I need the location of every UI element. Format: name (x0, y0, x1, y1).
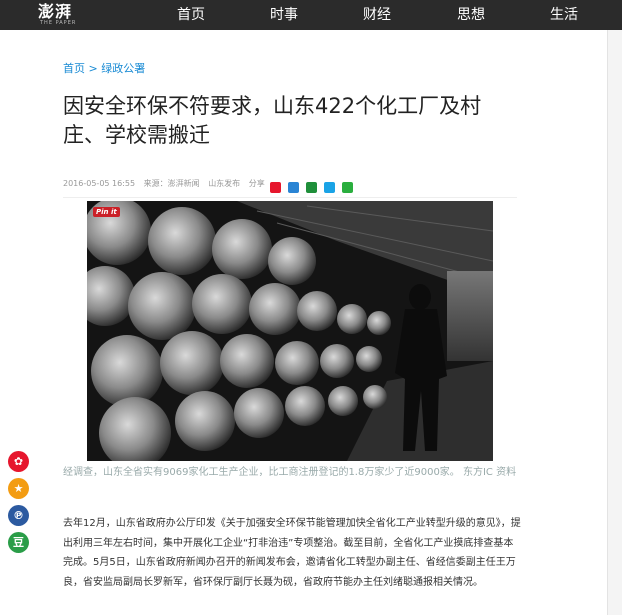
article-meta: 2016-05-05 16:55 来源：澎湃新闻 山东发布 分享 (63, 178, 265, 189)
float-pengyou-icon[interactable]: ℗ (8, 505, 29, 526)
site-logo-subtitle: THE PAPER (40, 20, 77, 26)
photo-caption: 经调查，山东全省实有9069家化工生产企业，比工商注册登记的1.8万家少了近90… (63, 467, 517, 478)
article-photo: Pin it (87, 201, 493, 461)
share-label: 分享 (248, 179, 265, 188)
wechat-icon[interactable] (342, 182, 354, 193)
top-nav-bar: 澎湃 THE PAPER 首页 时事 财经 思想 生活 (0, 0, 622, 30)
breadcrumb-home[interactable]: 首页 (63, 62, 85, 75)
nav-thought[interactable]: 思想 (457, 0, 485, 30)
weibo-icon[interactable] (270, 182, 281, 193)
nav-current-affairs[interactable]: 时事 (270, 0, 298, 30)
article-paragraph: 去年12月，山东省政府办公厅印发《关于加强安全环保节能管理加快全省化工产业转型升… (63, 518, 521, 588)
renren-icon[interactable] (288, 182, 300, 193)
float-weibo-icon[interactable]: ✿ (8, 451, 29, 472)
float-favorite-icon[interactable]: ★ (8, 478, 29, 499)
article-source: 来源：澎湃新闻 (143, 179, 200, 188)
share-icons (270, 177, 355, 196)
qzone-icon[interactable] (324, 182, 336, 193)
article-title: 因安全环保不符要求，山东422个化工厂及村庄、学校需搬迁 (63, 94, 482, 147)
meta-divider (63, 197, 517, 198)
breadcrumb-section[interactable]: 绿政公署 (101, 62, 145, 75)
article-date: 2016-05-05 16:55 (63, 179, 136, 188)
float-douban-icon[interactable]: 豆 (8, 532, 29, 553)
breadcrumb-separator: > (88, 62, 98, 75)
site-logo[interactable]: 澎湃 (38, 3, 72, 21)
breadcrumb: 首页 > 绿政公署 (63, 60, 145, 76)
article-tag[interactable]: 山东发布 (208, 179, 240, 188)
page-scroll-edge[interactable] (607, 30, 622, 615)
pinit-button[interactable]: Pin it (93, 207, 120, 217)
nav-finance[interactable]: 财经 (363, 0, 391, 30)
photo-illustration (87, 201, 493, 461)
nav-home[interactable]: 首页 (177, 0, 205, 30)
douban-icon[interactable] (306, 182, 318, 193)
nav-life[interactable]: 生活 (550, 0, 578, 30)
